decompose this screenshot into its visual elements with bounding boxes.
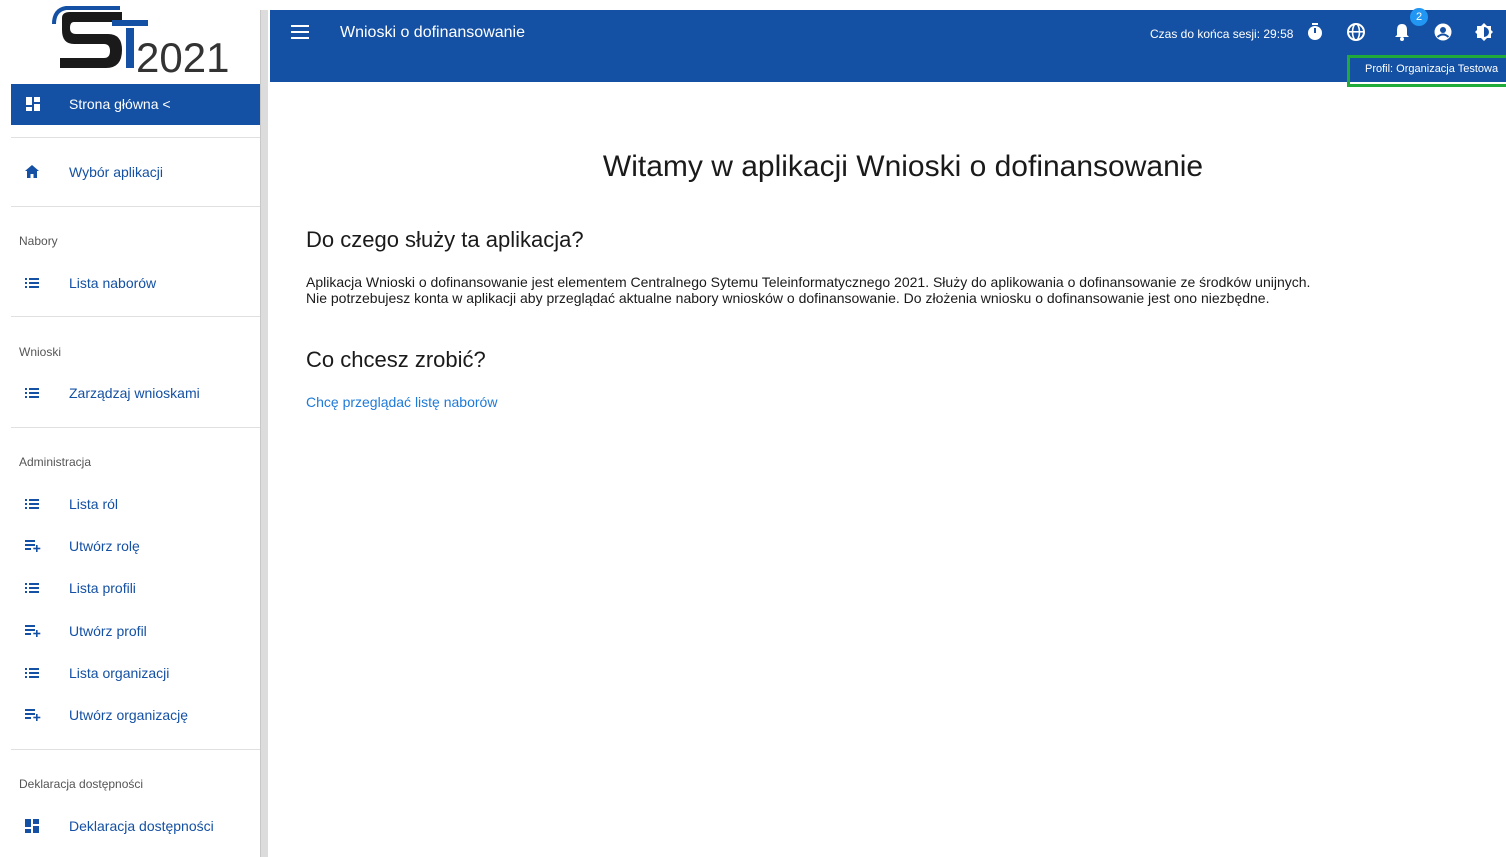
sidebar-item-lista-organizacji[interactable]: Lista organizacji <box>11 656 260 690</box>
playlist-add-icon <box>25 708 41 722</box>
hamburger-menu-icon[interactable] <box>291 25 309 39</box>
sidebar-item-label: Lista naborów <box>69 275 157 291</box>
app-title: Wnioski o dofinansowanie <box>340 24 525 41</box>
cst-logo[interactable]: 2021 <box>0 0 260 84</box>
list-icon <box>25 497 41 511</box>
playlist-add-icon <box>25 624 41 638</box>
list-icon <box>25 276 41 290</box>
sidebar-item-label: Utwórz organizację <box>69 707 189 723</box>
sidebar-item-label: Zarządzaj wnioskami <box>69 385 200 401</box>
sidebar-item-label: Lista organizacji <box>69 665 170 681</box>
sidebar-home-label: Strona główna < <box>69 96 171 112</box>
contrast-icon[interactable] <box>1474 22 1494 42</box>
sidebar-resize-handle[interactable] <box>260 10 268 857</box>
sidebar-item-utworz-organizacje[interactable]: Utwórz organizację <box>11 698 260 732</box>
sidebar-item-utworz-role[interactable]: Utwórz rolę <box>11 529 260 563</box>
divider <box>11 749 260 750</box>
sidebar-item-zarzadzaj-wnioskami[interactable]: Zarządzaj wnioskami <box>11 376 260 410</box>
playlist-add-icon <box>25 539 41 553</box>
sidebar-item-lista-rol[interactable]: Lista ról <box>11 487 260 521</box>
section-label-nabory: Nabory <box>19 234 58 248</box>
chevron-left-icon: < <box>162 96 171 112</box>
sidebar-item-label: Utwórz profil <box>69 623 147 639</box>
home-icon <box>25 165 41 179</box>
notification-count-badge: 2 <box>1410 8 1428 26</box>
sidebar-item-deklaracja-dostepnosci[interactable]: Deklaracja dostępności <box>11 809 260 843</box>
profile-selector[interactable]: Profil: Organizacja Testowa <box>1365 63 1498 75</box>
sidebar-item-wybor-aplikacji[interactable]: Wybór aplikacji <box>11 155 260 189</box>
divider <box>11 137 260 138</box>
list-icon <box>25 386 41 400</box>
section-heading-purpose: Do czego służy ta aplikacja? <box>306 227 584 252</box>
section-label-deklaracja: Deklaracja dostępności <box>19 777 144 791</box>
dashboard-icon <box>25 819 41 833</box>
sidebar-item-label: Lista ról <box>69 496 119 512</box>
session-timer-text: Czas do końca sesji: 29:58 <box>1150 27 1294 41</box>
divider <box>11 316 260 317</box>
section-heading-action: Co chcesz zrobić? <box>306 347 486 372</box>
top-bar <box>270 10 1506 82</box>
section-label-wnioski: Wnioski <box>19 345 62 359</box>
page-title: Witamy w aplikacji Wnioski o dofinansowa… <box>602 150 1204 183</box>
sidebar-item-lista-profili[interactable]: Lista profili <box>11 571 260 605</box>
sidebar-item-lista-naborow[interactable]: Lista naborów <box>11 266 260 300</box>
account-icon[interactable] <box>1433 22 1453 42</box>
sidebar-item-utworz-profil[interactable]: Utwórz profil <box>11 614 260 648</box>
sidebar-item-label: Lista profili <box>69 580 136 596</box>
dashboard-icon <box>26 97 40 114</box>
stopwatch-icon[interactable] <box>1305 22 1325 42</box>
divider <box>11 206 260 207</box>
sidebar-item-label: Utwórz rolę <box>69 538 140 554</box>
divider <box>11 427 260 428</box>
sidebar-home[interactable]: Strona główna < <box>11 84 260 125</box>
list-icon <box>25 666 41 680</box>
description-line-1: Aplikacja Wnioski o dofinansowanie jest … <box>306 274 1311 290</box>
section-label-administracja: Administracja <box>19 455 92 469</box>
sidebar: 2021 Strona główna < Wybór aplikacji Nab… <box>0 0 260 857</box>
list-icon <box>25 581 41 595</box>
notification-bell-icon[interactable] <box>1392 22 1412 42</box>
sidebar-item-label: Wybór aplikacji <box>69 164 164 180</box>
globe-icon[interactable] <box>1346 22 1366 42</box>
sidebar-item-label: Deklaracja dostępności <box>69 818 214 834</box>
description-line-2: Nie potrzebujesz konta w aplikacji aby p… <box>306 290 1270 306</box>
logo-text: 2021 <box>136 34 229 81</box>
browse-calls-link[interactable]: Chcę przeglądać listę naborów <box>306 394 497 410</box>
